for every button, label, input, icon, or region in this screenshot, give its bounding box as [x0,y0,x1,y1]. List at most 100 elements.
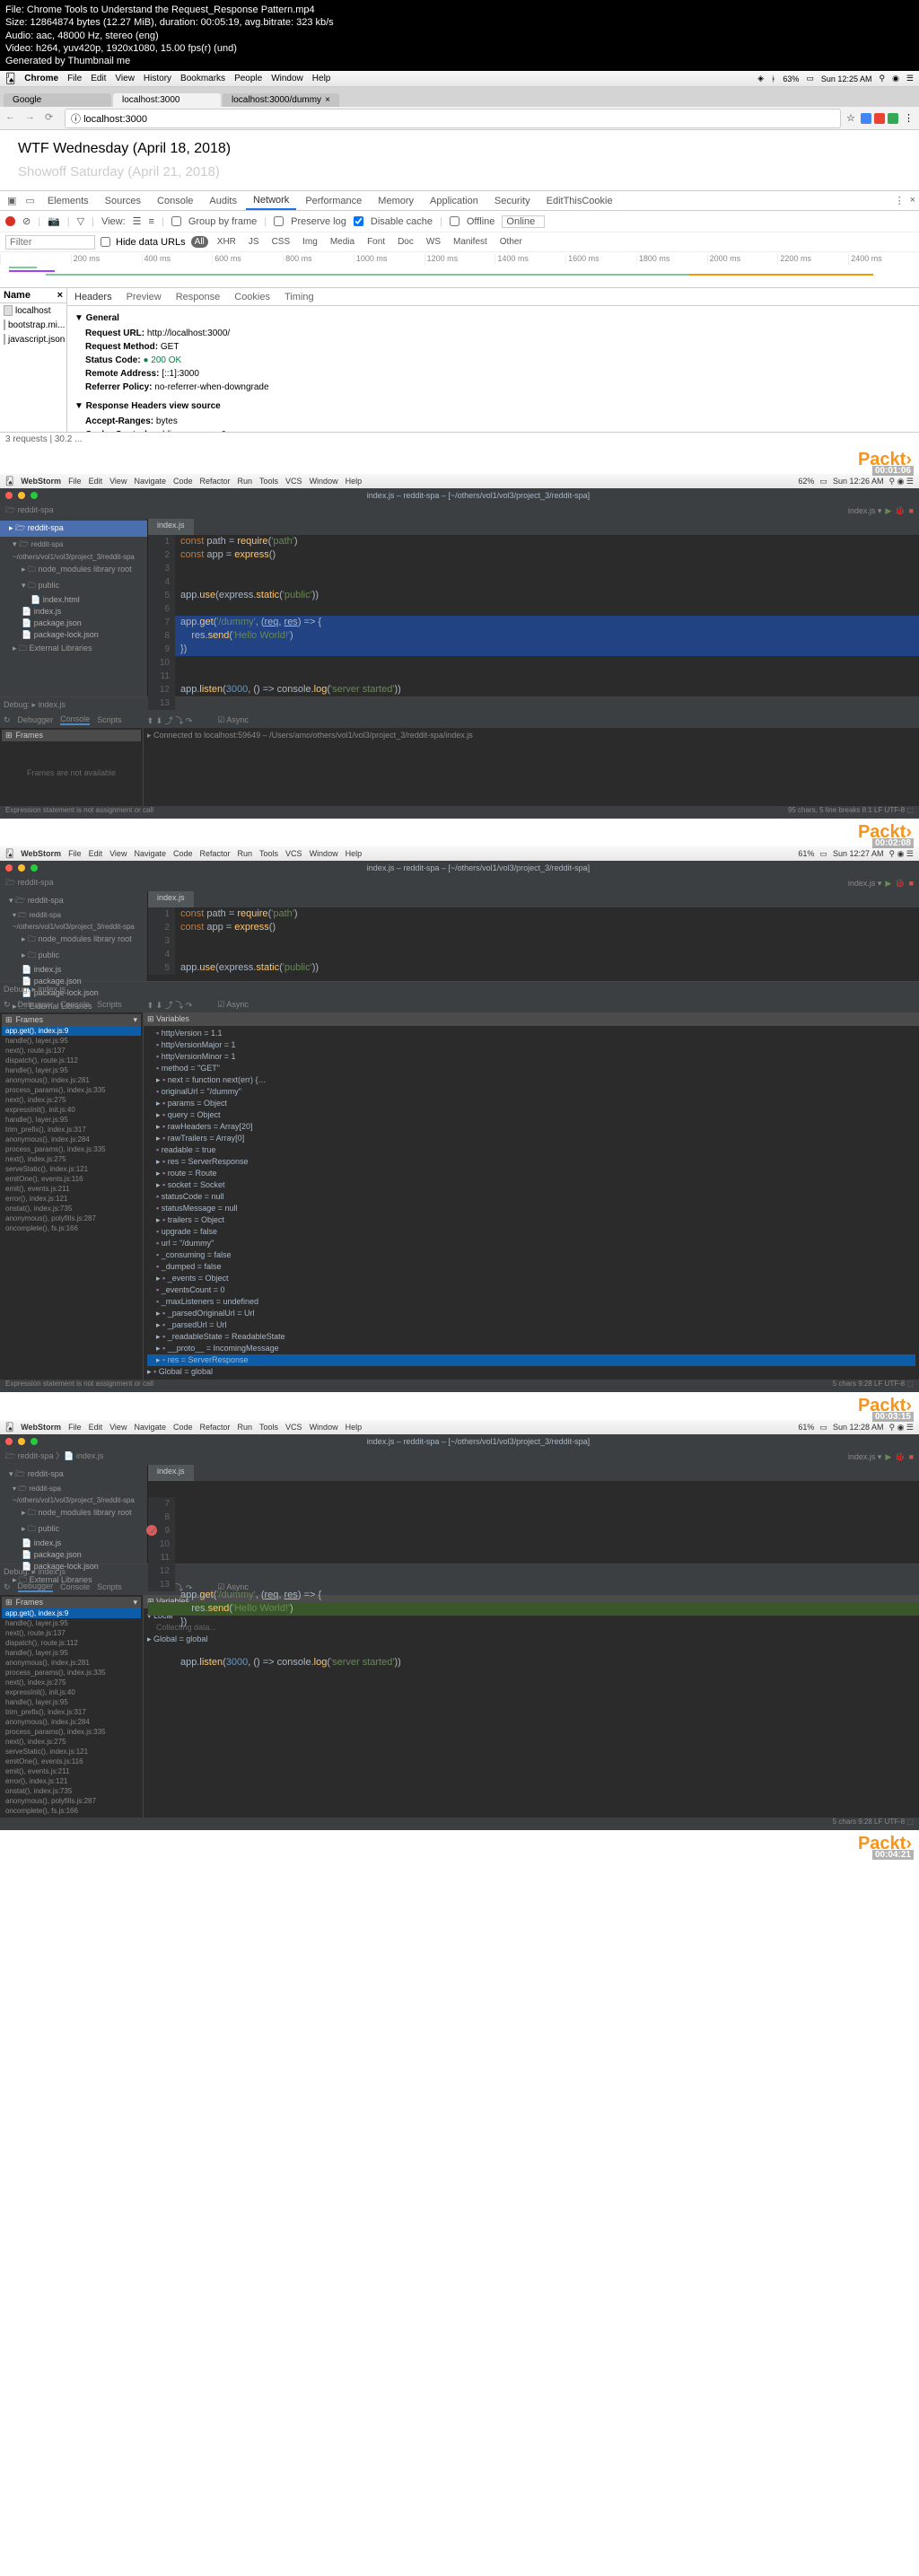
stack-frame[interactable]: handle(), layer.js:95 [2,1697,141,1707]
tab-sources[interactable]: Sources [98,191,148,210]
stack-frame[interactable]: emit(), events.js:211 [2,1766,141,1776]
stack-frame[interactable]: onstat(), index.js:735 [2,1786,141,1796]
headers-tab[interactable]: Headers [67,292,119,302]
run-button[interactable]: ▶ [885,506,891,516]
project-tree[interactable]: ▸ 🗁 reddit-spa ▾ 🗁 reddit-spa ~/others/v… [0,519,148,697]
device-icon[interactable]: ▭ [22,195,38,206]
menu-bookmarks[interactable]: Bookmarks [180,74,225,83]
view-large[interactable]: ☰ [133,215,142,227]
frames-panel[interactable]: ⊞Frames▾ app.get(), index.js:9 handle(),… [0,1595,144,1818]
menu-people[interactable]: People [234,74,262,83]
tab-editthiscookie[interactable]: EditThisCookie [539,191,620,210]
tab-google[interactable]: Google [4,93,111,107]
stack-frame[interactable]: process_params(), index.js:335 [2,1668,141,1678]
project-tree[interactable]: ▾ 🗁 reddit-spa ▾ 🗁 reddit-spa ~/others/v… [0,1465,148,1564]
name-header[interactable]: Name [4,290,31,301]
bluetooth-icon[interactable]: ᚼ [771,74,775,83]
request-row[interactable]: bootstrap.mi... [0,318,66,332]
stack-frame[interactable]: error(), index.js:121 [2,1776,141,1786]
stack-frame[interactable]: oncomplete(), fs.js:166 [2,1806,141,1816]
debug-button[interactable]: 🐞 [895,506,905,516]
run-config[interactable]: index.js ▾ [848,506,882,516]
stack-frame[interactable]: oncomplete(), fs.js:166 [2,1223,141,1233]
menu-file[interactable]: File [67,74,82,83]
frames-panel[interactable]: ⊞Frames▾ app.get(), index.js:9 handle(),… [0,1012,144,1380]
menu-window[interactable]: Window [271,74,303,83]
code-editor[interactable]: index.js 12345 const path = require('pat… [148,891,919,981]
menu-item[interactable]: Edit [89,477,103,486]
stack-frame[interactable]: dispatch(), route.js:112 [2,1638,141,1648]
tab-memory[interactable]: Memory [371,191,421,210]
stack-frame[interactable]: next(), index.js:275 [2,1154,141,1164]
tab-localhost[interactable]: localhost:3000 [113,93,221,107]
stack-frame[interactable]: app.get(), index.js:9 [2,1608,141,1618]
request-row[interactable]: localhost [0,303,66,318]
timing-tab[interactable]: Timing [277,292,321,302]
stack-frame[interactable]: process_params(), index.js:335 [2,1727,141,1737]
stack-frame[interactable]: anonymous(), polyfills.js:287 [2,1214,141,1223]
menu-item[interactable]: Code [173,477,193,486]
tab-security[interactable]: Security [487,191,538,210]
stack-frame[interactable]: anonymous(), index.js:284 [2,1135,141,1144]
stack-frame[interactable]: serveStatic(), index.js:121 [2,1164,141,1174]
search-icon[interactable]: ⚲ [879,74,885,83]
stop-button[interactable]: ■ [909,506,914,516]
view-small[interactable]: ≡ [149,216,154,227]
stack-frame[interactable]: handle(), layer.js:95 [2,1115,141,1125]
stack-frame[interactable]: next(), route.js:137 [2,1046,141,1056]
filter-input[interactable] [5,235,95,250]
console-tab[interactable]: Console [60,714,90,725]
network-timeline[interactable]: 200 ms400 ms 600 ms800 ms 1000 ms1200 ms… [0,252,919,288]
menu-item[interactable]: Help [346,477,363,486]
run-config[interactable]: index.js ▾ [848,879,882,889]
editor-tab[interactable]: index.js [148,519,194,535]
breakpoint-icon[interactable]: ✓ [146,1525,157,1536]
tab-performance[interactable]: Performance [298,191,369,210]
preserve-checkbox[interactable] [274,216,284,226]
stack-frame[interactable]: onstat(), index.js:735 [2,1204,141,1214]
disable-cache-checkbox[interactable] [354,216,363,226]
record-button[interactable] [5,216,15,226]
stack-frame[interactable]: handle(), layer.js:95 [2,1036,141,1046]
menu-history[interactable]: History [144,74,171,83]
stack-frame[interactable]: next(), index.js:275 [2,1678,141,1687]
general-section[interactable]: ▼ General [74,310,912,327]
run-config[interactable]: index.js ▾ [848,1452,882,1462]
filter-img[interactable]: Img [299,236,321,248]
stack-frame[interactable]: expressInit(), init.js:40 [2,1687,141,1697]
menu-item[interactable]: Navigate [134,477,166,486]
code-editor[interactable]: index.js 12345678910111213 const path = … [148,519,919,697]
code-editor[interactable]: index.js 789✓10111213 app.get('/dummy', … [148,1465,919,1564]
filter-ws[interactable]: WS [423,236,444,248]
project-tree[interactable]: ▾ 🗁 reddit-spa ▾ 🗁 reddit-spa ~/others/v… [0,891,148,981]
stack-frame[interactable]: handle(), layer.js:95 [2,1618,141,1628]
menu-help[interactable]: Help [312,74,331,83]
filter-font[interactable]: Font [363,236,389,248]
tab-network[interactable]: Network [246,191,296,210]
apple-icon[interactable]: 🂫 [5,73,15,84]
tab-audits[interactable]: Audits [202,191,244,210]
request-row[interactable]: javascript.json [0,332,66,346]
wifi-icon[interactable]: ◈ [757,74,764,83]
filter-other[interactable]: Other [496,236,526,248]
reload-button[interactable]: ⟳ [45,111,59,126]
hide-urls-checkbox[interactable] [101,237,110,247]
stack-frame[interactable]: next(), index.js:275 [2,1737,141,1747]
menu-item[interactable]: VCS [285,477,302,486]
response-tab[interactable]: Response [169,292,228,302]
stack-frame[interactable]: error(), index.js:121 [2,1194,141,1204]
menu-icon[interactable]: ⋮ [904,112,914,124]
filter-xhr[interactable]: XHR [214,236,240,248]
filter-js[interactable]: JS [245,236,263,248]
stack-frame[interactable]: anonymous(), index.js:281 [2,1658,141,1668]
debug-tab[interactable]: Debug: ▸ index.js [4,700,66,710]
forward-button[interactable]: → [25,111,39,126]
offline-checkbox[interactable] [450,216,460,226]
stack-frame[interactable]: dispatch(), route.js:112 [2,1056,141,1065]
back-button[interactable]: ← [5,111,20,126]
close-icon[interactable]: × [910,195,915,206]
filter-doc[interactable]: Doc [394,236,417,248]
menu-item[interactable]: View [109,477,127,486]
tab-elements[interactable]: Elements [40,191,96,210]
extensions[interactable] [861,113,898,124]
